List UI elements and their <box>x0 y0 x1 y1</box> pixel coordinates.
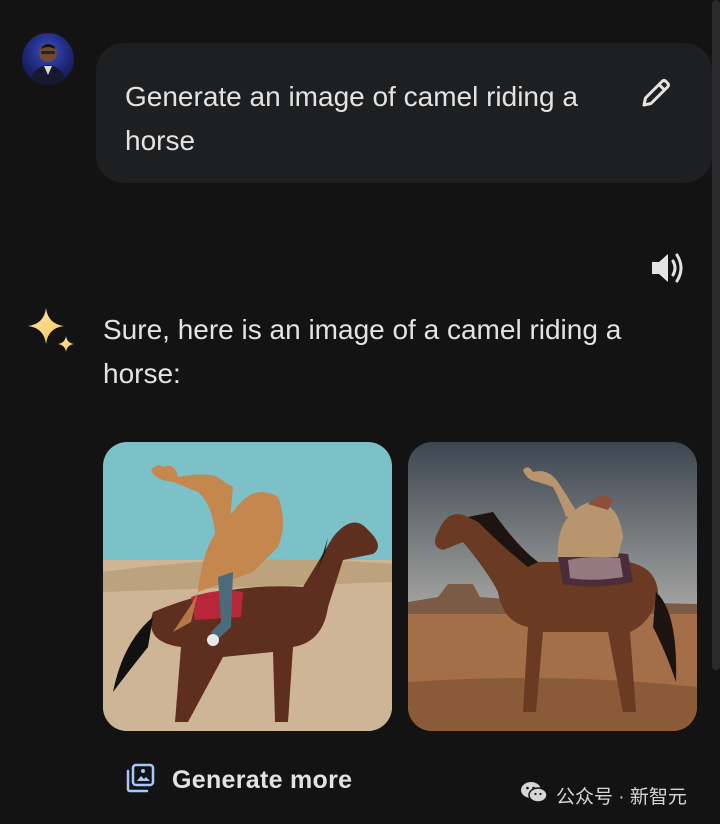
generate-more-label: Generate more <box>172 765 353 794</box>
image-generate-icon <box>124 762 156 799</box>
pencil-icon[interactable] <box>638 75 674 111</box>
generated-image-2[interactable] <box>408 442 697 731</box>
user-prompt-text: Generate an image of camel riding a hors… <box>125 81 578 156</box>
user-prompt-bubble: Generate an image of camel riding a hors… <box>96 43 712 183</box>
sparkle-icon <box>26 306 76 358</box>
volume-icon[interactable] <box>648 248 688 288</box>
user-avatar <box>22 33 74 85</box>
generated-image-1[interactable] <box>103 442 392 731</box>
response-text: Sure, here is an image of a camel riding… <box>103 314 622 389</box>
scrollbar-thumb[interactable] <box>712 0 720 670</box>
watermark: 公众号 · 新智元 <box>520 780 687 810</box>
generate-more-button[interactable]: Generate more <box>116 755 360 805</box>
scrollbar[interactable] <box>712 0 720 824</box>
watermark-text: 公众号 · 新智元 <box>556 786 687 808</box>
wechat-icon <box>520 780 548 810</box>
